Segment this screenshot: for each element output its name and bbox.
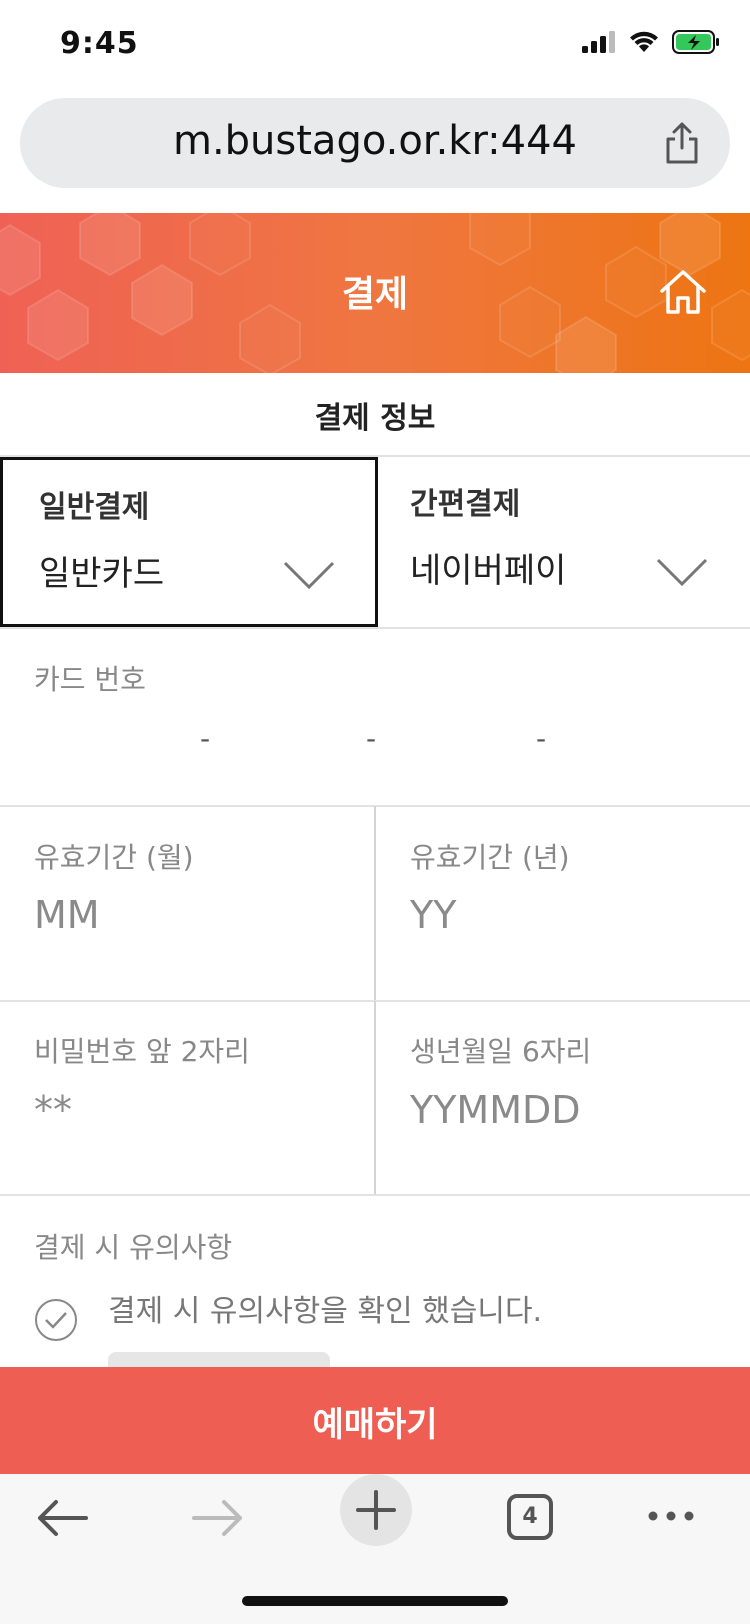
battery-charging-icon [672,30,719,54]
wifi-icon [630,31,658,52]
forward-arrow-icon[interactable] [192,1498,244,1538]
more-icon[interactable] [648,1506,694,1526]
general-payment-select[interactable]: 일반결제 일반카드 [0,457,378,627]
payment-info-title: 결제 정보 [314,401,436,436]
address-bar[interactable]: m.bustago.or.kr:444 [20,98,730,188]
plus-icon [356,1490,396,1530]
card-number-separator: - [536,722,547,755]
general-payment-label: 일반결제 [39,490,150,525]
password-label: 비밀번호 앞 2자리 [34,1035,250,1068]
page-title: 결제 [341,274,409,315]
chevron-down-icon [656,558,708,587]
status-icons [582,30,720,54]
share-icon[interactable] [662,120,702,166]
book-button-label: 예매하기 [312,1405,438,1445]
book-button[interactable]: 예매하기 [0,1367,750,1474]
simple-payment-select[interactable]: 간편결제 네이버페이 [378,457,750,627]
expiry-year-label: 유효기간 (년) [410,841,570,874]
chevron-down-icon [283,561,335,590]
divider [374,1001,376,1194]
card-number-label: 카드 번호 [34,663,146,696]
url-text[interactable]: m.bustago.or.kr:444 [20,118,730,164]
simple-payment-value: 네이버페이 [410,551,567,591]
expiry-year-input[interactable]: YY [410,893,456,937]
tab-switcher-button[interactable]: 4 [507,1494,553,1540]
divider [0,627,750,629]
general-payment-value: 일반카드 [39,554,165,594]
cellular-signal-icon [582,31,615,53]
back-arrow-icon[interactable] [36,1498,88,1538]
card-number-separator: - [366,722,377,755]
new-tab-button[interactable] [340,1474,412,1546]
expiry-month-input[interactable]: MM [34,893,100,937]
divider [374,806,376,1000]
notice-confirm-checkbox-label[interactable]: 결제 시 유의사항을 확인 했습니다. [108,1286,542,1330]
page-header: 결제 [0,213,750,373]
birth-date-input[interactable]: YYMMDD [410,1088,581,1132]
simple-payment-label: 간편결제 [410,487,521,522]
divider [0,1194,750,1196]
payment-notice-title: 결제 시 유의사항 [34,1231,233,1264]
birth-date-label: 생년월일 6자리 [410,1035,592,1068]
check-circle-icon[interactable] [34,1298,78,1342]
status-time: 9:45 [60,26,139,61]
home-icon[interactable] [658,267,708,317]
expiry-month-label: 유효기간 (월) [34,841,194,874]
home-indicator [242,1596,508,1606]
status-bar: 9:45 [0,0,750,92]
card-number-separator: - [200,722,211,755]
password-input[interactable]: ** [34,1088,72,1132]
